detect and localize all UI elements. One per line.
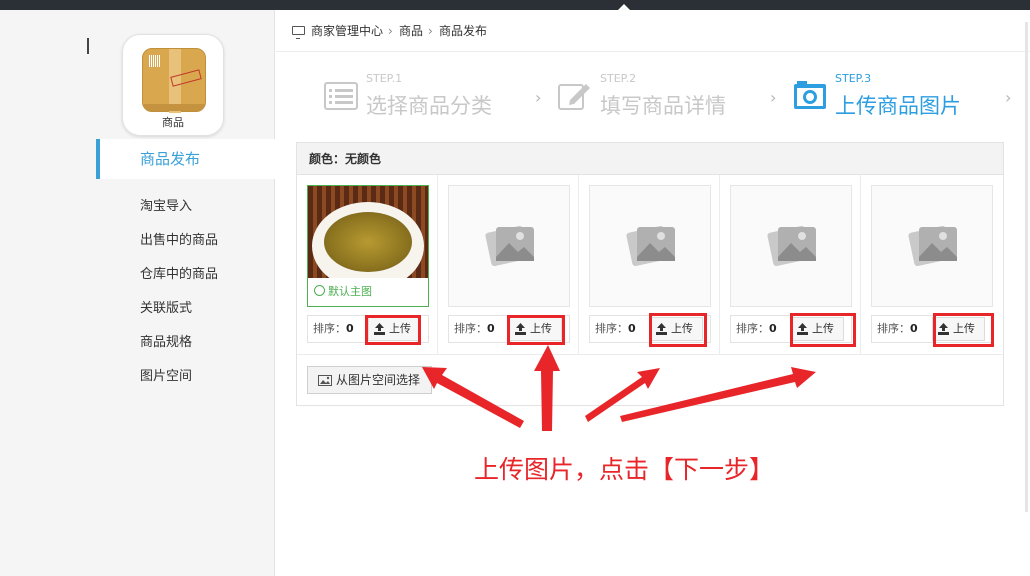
sidebar-item-on-sale[interactable]: 出售中的商品 bbox=[96, 224, 276, 258]
tea-photo bbox=[308, 186, 428, 278]
top-bar bbox=[0, 0, 1030, 10]
product-logo[interactable]: 商品 bbox=[122, 34, 224, 136]
annotation-highlight-box bbox=[649, 313, 707, 347]
sidebar-item-warehouse[interactable]: 仓库中的商品 bbox=[96, 258, 276, 292]
scrollbar[interactable] bbox=[1025, 22, 1028, 512]
step-title: 选择商品分类 bbox=[366, 94, 492, 118]
step-title: 填写商品详情 bbox=[600, 94, 726, 118]
package-icon bbox=[142, 48, 206, 113]
image-placeholder[interactable] bbox=[448, 185, 570, 307]
breadcrumb: 商家管理中心 › 商品 › 商品发布 bbox=[276, 10, 1030, 52]
sort-label: 排序：0 bbox=[454, 322, 495, 335]
step-number: STEP.3 bbox=[835, 72, 872, 85]
sort-label: 排序：0 bbox=[877, 322, 918, 335]
check-circle-icon bbox=[314, 285, 325, 296]
breadcrumb-link-center[interactable]: 商家管理中心 bbox=[311, 23, 383, 39]
color-header: 颜色：无颜色 bbox=[297, 143, 1003, 175]
breadcrumb-link-product[interactable]: 商品 bbox=[399, 23, 423, 39]
sort-label: 排序：0 bbox=[595, 322, 636, 335]
annotation-highlight-box bbox=[790, 313, 856, 347]
default-main-tag: 默认主图 bbox=[308, 278, 428, 306]
picture-icon bbox=[318, 375, 332, 386]
camera-icon bbox=[794, 81, 826, 109]
image-placeholder[interactable] bbox=[589, 185, 711, 307]
step-arrow: › bbox=[770, 88, 777, 107]
list-icon bbox=[324, 82, 358, 110]
sidebar-item-publish[interactable]: 商品发布 bbox=[96, 139, 276, 179]
sidebar-item-image-space[interactable]: 图片空间 bbox=[96, 360, 276, 394]
sidebar-item-layouts[interactable]: 关联版式 bbox=[96, 292, 276, 326]
breadcrumb-current: 商品发布 bbox=[439, 24, 488, 38]
annotation-highlight-box bbox=[507, 315, 565, 345]
monitor-icon bbox=[292, 26, 305, 39]
step-arrow: › bbox=[1005, 88, 1012, 107]
image-placeholder-icon bbox=[485, 225, 534, 267]
step-title: 上传商品图片 bbox=[835, 94, 961, 118]
text-cursor bbox=[87, 38, 89, 54]
sort-label: 排序：0 bbox=[313, 322, 354, 335]
sidebar-item-taobao-import[interactable]: 淘宝导入 bbox=[96, 190, 276, 224]
product-photo[interactable]: 默认主图 bbox=[307, 185, 429, 307]
step-arrow: › bbox=[535, 88, 542, 107]
image-upload-panel: 颜色：无颜色 默认主图 排序：0 上传 排序：0 上传 排序：0 上传 排序：0… bbox=[296, 142, 1004, 406]
image-placeholder-icon bbox=[626, 225, 675, 267]
edit-icon bbox=[558, 84, 590, 110]
breadcrumb-separator: › bbox=[428, 24, 433, 38]
image-placeholder-icon bbox=[767, 225, 816, 267]
sort-label: 排序：0 bbox=[736, 322, 777, 335]
annotation-highlight-box bbox=[365, 315, 421, 345]
image-placeholder[interactable] bbox=[871, 185, 993, 307]
sidebar-item-specs[interactable]: 商品规格 bbox=[96, 326, 276, 360]
step-number: STEP.1 bbox=[366, 72, 403, 85]
breadcrumb-separator: › bbox=[388, 24, 393, 38]
annotation-instruction: 上传图片，点击【下一步】 bbox=[474, 455, 775, 484]
annotation-highlight-box bbox=[933, 313, 994, 347]
logo-label: 商品 bbox=[162, 116, 184, 129]
image-placeholder[interactable] bbox=[730, 185, 852, 307]
image-placeholder-icon bbox=[908, 225, 957, 267]
step-number: STEP.2 bbox=[600, 72, 637, 85]
choose-from-image-space-button[interactable]: 从图片空间选择 bbox=[307, 366, 432, 394]
